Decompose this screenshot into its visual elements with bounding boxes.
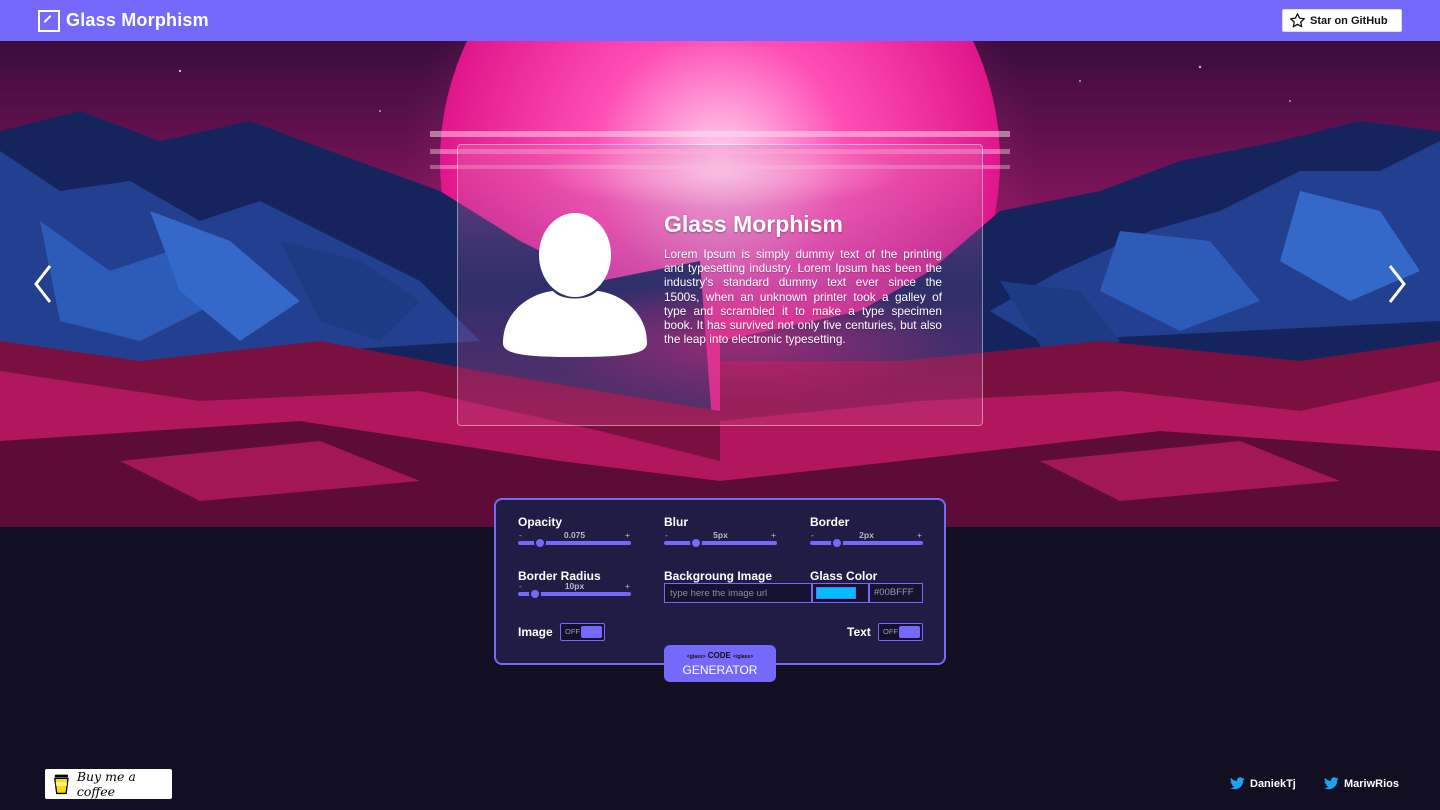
background-image-url-input[interactable] xyxy=(664,583,812,603)
code-generator-tagline: <glass> CODE </glass> xyxy=(664,651,776,662)
code-label: CODE xyxy=(707,651,731,660)
border-radius-slider[interactable]: - 10px + xyxy=(518,581,631,601)
image-toggle-label: Image xyxy=(518,625,553,639)
image-toggle-state: OFF xyxy=(565,627,580,636)
twitter-icon xyxy=(1324,777,1339,790)
text-toggle-state: OFF xyxy=(883,627,898,636)
glass-color-picker[interactable] xyxy=(812,583,869,603)
star-on-github-label: Star on GitHub xyxy=(1310,14,1388,27)
twitter-link-daniektj[interactable]: DaniekTj xyxy=(1230,777,1296,790)
border-label: Border xyxy=(810,515,850,529)
glass-tag-close: </glass> xyxy=(733,654,754,660)
opacity-control: Opacity - 0.075 + xyxy=(518,515,631,549)
blur-value: 5px xyxy=(713,530,728,540)
glass-card-preview: Glass Morphism Lorem Ipsum is simply dum… xyxy=(457,144,983,426)
twitter-handle-2: MariwRios xyxy=(1344,777,1400,790)
glass-color-control: Glass Color xyxy=(810,569,877,583)
border-control: Border - 2px + xyxy=(810,515,923,549)
star-on-github-button[interactable]: Star on GitHub xyxy=(1282,9,1402,32)
card-text: Lorem Ipsum is simply dummy text of the … xyxy=(664,247,942,347)
image-toggle-knob xyxy=(581,626,602,638)
twitter-icon xyxy=(1230,777,1245,790)
opacity-slider[interactable]: - 0.075 + xyxy=(518,530,631,550)
twitter-handle-1: DaniekTj xyxy=(1250,777,1296,790)
glass-color-swatch xyxy=(816,587,856,599)
opacity-label: Opacity xyxy=(518,515,563,529)
blur-thumb[interactable] xyxy=(690,537,702,549)
border-radius-control: Border Radius - 10px + xyxy=(518,569,631,600)
blur-label: Blur xyxy=(664,515,688,529)
avatar xyxy=(501,213,649,359)
border-radius-thumb[interactable] xyxy=(529,588,541,600)
star-icon xyxy=(1290,13,1305,28)
next-arrow[interactable] xyxy=(1384,263,1410,305)
card-title: Glass Morphism xyxy=(664,211,843,237)
border-track[interactable] xyxy=(810,541,923,545)
top-bar: Glass Morphism Star on GitHub xyxy=(0,0,1440,41)
text-toggle-knob xyxy=(899,626,920,638)
blur-plus[interactable]: + xyxy=(771,530,776,540)
image-toggle[interactable]: OFF xyxy=(560,623,605,641)
blur-slider[interactable]: - 5px + xyxy=(664,530,777,550)
control-panel: Opacity - 0.075 + Blur - 5px + Border - … xyxy=(494,498,946,665)
buy-me-a-coffee-button[interactable]: Buy me a coffee xyxy=(45,769,172,799)
buy-me-a-coffee-label: Buy me a coffee xyxy=(76,769,136,799)
user-avatar-icon xyxy=(503,213,647,357)
glass-tag-open: <glass> xyxy=(686,654,706,660)
glass-color-hex-input[interactable]: #00BFFF xyxy=(869,583,923,603)
logo-icon xyxy=(38,9,60,32)
border-plus[interactable]: + xyxy=(917,530,922,540)
text-toggle-label: Text xyxy=(847,625,871,639)
blur-track[interactable] xyxy=(664,541,777,545)
brand-title: Glass Morphism xyxy=(66,10,209,30)
code-generator-button[interactable]: <glass> CODE </glass> GENERATOR xyxy=(664,645,776,682)
previous-arrow[interactable] xyxy=(30,263,56,305)
background-image-control: Backgroung Image xyxy=(664,569,772,583)
blur-control: Blur - 5px + xyxy=(664,515,777,549)
chevron-left-icon xyxy=(34,265,52,303)
coffee-cup-icon xyxy=(54,774,69,795)
glass-color-label: Glass Color xyxy=(810,569,878,583)
generator-label: GENERATOR xyxy=(682,663,758,677)
hero-background: Glass Morphism Lorem Ipsum is simply dum… xyxy=(0,41,1440,527)
border-slider[interactable]: - 2px + xyxy=(810,530,923,550)
background-image-label: Backgroung Image xyxy=(664,569,773,583)
border-value: 2px xyxy=(859,530,874,540)
border-thumb[interactable] xyxy=(831,537,843,549)
border-radius-plus[interactable]: + xyxy=(625,581,630,591)
text-toggle[interactable]: OFF xyxy=(878,623,923,641)
chevron-right-icon xyxy=(1388,265,1406,303)
opacity-thumb[interactable] xyxy=(534,537,546,549)
twitter-link-mariwrios[interactable]: MariwRios xyxy=(1324,777,1399,790)
opacity-plus[interactable]: + xyxy=(625,530,630,540)
brand[interactable]: Glass Morphism xyxy=(38,9,209,32)
